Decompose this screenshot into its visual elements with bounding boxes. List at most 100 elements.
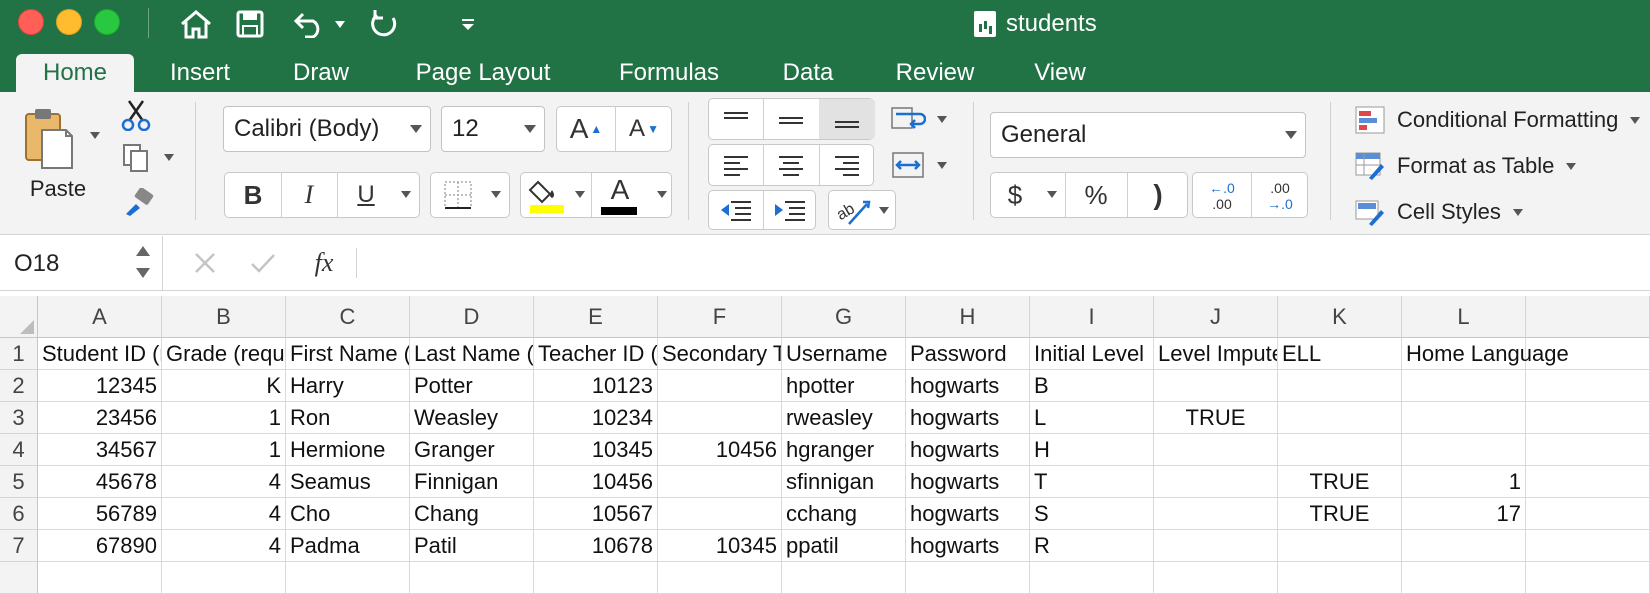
cell[interactable]: B <box>1030 370 1154 402</box>
cell[interactable] <box>658 402 782 434</box>
wrap-text-dropdown-icon[interactable] <box>937 116 947 123</box>
fill-color-dropdown-icon[interactable] <box>575 191 585 198</box>
formula-input[interactable] <box>366 236 1646 291</box>
font-name-select[interactable]: Calibri (Body) <box>223 106 431 152</box>
cell[interactable]: 10345 <box>658 530 782 562</box>
minimize-window-button[interactable] <box>56 9 82 35</box>
cell[interactable]: 10456 <box>534 466 658 498</box>
cell[interactable]: hogwarts <box>906 466 1030 498</box>
column-header-h[interactable]: H <box>906 296 1030 338</box>
cell[interactable]: 10456 <box>658 434 782 466</box>
cell[interactable] <box>1278 562 1402 594</box>
copy-icon[interactable] <box>120 142 152 174</box>
column-header-a[interactable]: A <box>38 296 162 338</box>
cell[interactable] <box>782 562 906 594</box>
cell[interactable]: Secondary Te <box>658 338 782 370</box>
cell[interactable]: Padma <box>286 530 410 562</box>
cell[interactable]: 56789 <box>38 498 162 530</box>
name-box-down-icon[interactable] <box>136 268 150 278</box>
cell[interactable] <box>286 562 410 594</box>
tab-data[interactable]: Data <box>770 54 846 92</box>
cell[interactable] <box>1154 370 1278 402</box>
cell[interactable]: cchang <box>782 498 906 530</box>
paste-icon[interactable] <box>18 106 78 172</box>
fill-color-icon[interactable] <box>525 175 569 215</box>
cell[interactable]: TRUE <box>1278 466 1402 498</box>
align-top-icon[interactable] <box>709 99 763 139</box>
column-header-l[interactable]: L <box>1402 296 1526 338</box>
currency-button[interactable]: $ <box>991 173 1039 217</box>
save-icon[interactable] <box>232 6 268 42</box>
cell[interactable]: 4 <box>162 498 286 530</box>
tab-view[interactable]: View <box>1024 54 1096 92</box>
cell[interactable]: Password <box>906 338 1030 370</box>
percent-button[interactable]: % <box>1065 173 1127 217</box>
row-header-5[interactable]: 5 <box>0 466 38 498</box>
format-as-table-button[interactable]: Format as Table <box>1355 150 1577 182</box>
cell[interactable] <box>1402 530 1526 562</box>
cell[interactable]: Cho <box>286 498 410 530</box>
cell[interactable] <box>1526 562 1650 594</box>
cell[interactable]: 1 <box>1402 466 1526 498</box>
column-header-i[interactable]: I <box>1030 296 1154 338</box>
cell[interactable]: Patil <box>410 530 534 562</box>
cell[interactable] <box>1154 498 1278 530</box>
cell[interactable] <box>906 562 1030 594</box>
orientation-dropdown-icon[interactable] <box>879 207 889 214</box>
column-header-j[interactable]: J <box>1154 296 1278 338</box>
cell[interactable]: Granger <box>410 434 534 466</box>
close-window-button[interactable] <box>18 9 44 35</box>
borders-button[interactable] <box>430 172 510 218</box>
cell[interactable] <box>1030 562 1154 594</box>
currency-dropdown-icon[interactable] <box>1047 191 1057 198</box>
cell[interactable] <box>1526 402 1650 434</box>
undo-dropdown-icon[interactable] <box>332 6 348 42</box>
cell[interactable]: Potter <box>410 370 534 402</box>
cell[interactable] <box>1154 530 1278 562</box>
cell[interactable] <box>1402 402 1526 434</box>
cell[interactable]: Username <box>782 338 906 370</box>
cell[interactable] <box>658 466 782 498</box>
cancel-entry-icon[interactable] <box>188 246 222 280</box>
cell[interactable]: Hermione <box>286 434 410 466</box>
cell-styles-button[interactable]: Cell Styles <box>1355 196 1523 228</box>
cell[interactable]: ppatil <box>782 530 906 562</box>
cell[interactable]: Weasley <box>410 402 534 434</box>
cell[interactable]: Grade (requi <box>162 338 286 370</box>
paste-dropdown-icon[interactable] <box>90 132 100 139</box>
italic-button[interactable]: I <box>281 173 337 217</box>
cell[interactable]: 10567 <box>534 498 658 530</box>
tab-page-layout[interactable]: Page Layout <box>398 54 568 92</box>
column-header-d[interactable]: D <box>410 296 534 338</box>
column-header-e[interactable]: E <box>534 296 658 338</box>
decrease-indent-icon[interactable] <box>709 191 763 229</box>
column-header-b[interactable]: B <box>162 296 286 338</box>
cut-icon[interactable] <box>120 98 152 132</box>
cell[interactable]: 23456 <box>38 402 162 434</box>
cell[interactable]: H <box>1030 434 1154 466</box>
cell[interactable]: hgranger <box>782 434 906 466</box>
cell[interactable]: 17 <box>1402 498 1526 530</box>
increase-font-size-button[interactable]: A ▲ <box>557 107 615 151</box>
tab-formulas[interactable]: Formulas <box>604 54 734 92</box>
cell[interactable] <box>1402 562 1526 594</box>
cell[interactable] <box>162 562 286 594</box>
cell[interactable]: Teacher ID (r <box>534 338 658 370</box>
redo-icon[interactable] <box>364 6 404 42</box>
undo-icon[interactable] <box>290 6 330 42</box>
cell[interactable]: hogwarts <box>906 402 1030 434</box>
row-header-3[interactable]: 3 <box>0 402 38 434</box>
comma-style-button[interactable]: ) <box>1127 173 1189 217</box>
cell[interactable] <box>1154 562 1278 594</box>
cell[interactable]: 1 <box>162 402 286 434</box>
column-header-c[interactable]: C <box>286 296 410 338</box>
home-icon[interactable] <box>176 6 216 42</box>
cell[interactable]: rweasley <box>782 402 906 434</box>
align-center-icon[interactable] <box>763 145 819 185</box>
cell[interactable]: 34567 <box>38 434 162 466</box>
font-color-button[interactable]: A <box>597 173 643 207</box>
underline-button[interactable]: U <box>337 173 395 217</box>
cell[interactable]: 45678 <box>38 466 162 498</box>
cell[interactable]: Harry <box>286 370 410 402</box>
row-header-1[interactable]: 1 <box>0 338 38 370</box>
